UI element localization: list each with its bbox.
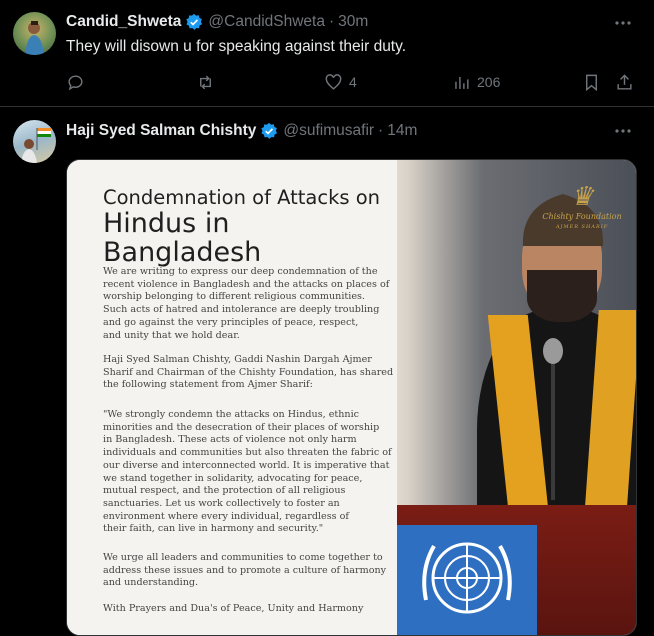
views-chart-icon bbox=[455, 76, 469, 89]
share-icon bbox=[617, 73, 632, 90]
avatar-image bbox=[21, 128, 51, 163]
document-title: Condemnation of Attacks on Hindus in Ban… bbox=[103, 186, 393, 268]
display-name[interactable]: Haji Syed Salman Chishty bbox=[66, 122, 256, 140]
timestamp[interactable]: 14m bbox=[387, 122, 417, 140]
statement-document: Condemnation of Attacks on Hindus in Ban… bbox=[67, 160, 397, 635]
user-handle[interactable]: @sufimusafir bbox=[283, 122, 374, 140]
paragraph-2: Haji Syed Salman Chishty, Gaddi Nashin D… bbox=[103, 354, 394, 391]
retweet-button[interactable] bbox=[196, 68, 221, 96]
speaker-beard bbox=[527, 270, 597, 322]
paragraph-4: We urge all leaders and communities to c… bbox=[103, 552, 387, 589]
tweet-2[interactable]: Haji Syed Salman Chishty @sufimusafir · … bbox=[0, 107, 654, 636]
reply-icon bbox=[68, 74, 83, 90]
tweet-text: They will disown u for speaking against … bbox=[66, 38, 407, 55]
tweet-header: Haji Syed Salman Chishty @sufimusafir · … bbox=[66, 120, 417, 142]
paragraph-5: With Prayers and Dua's of Peace, Unity a… bbox=[103, 603, 364, 614]
more-options-icon[interactable] bbox=[612, 120, 634, 142]
verified-badge-icon bbox=[261, 122, 278, 139]
separator-dot: · bbox=[328, 13, 335, 30]
microphone-icon bbox=[543, 338, 563, 364]
action-bar: 4 206 bbox=[66, 68, 634, 96]
paragraph-1: We are writing to express our deep conde… bbox=[103, 266, 390, 341]
verified-badge-icon bbox=[186, 13, 203, 30]
un-globe-icon bbox=[422, 542, 512, 614]
avatar-image bbox=[25, 21, 44, 55]
bookmark-icon bbox=[586, 74, 597, 91]
retweet-icon bbox=[200, 75, 211, 89]
paragraph-3: "We strongly condemn the attacks on Hind… bbox=[103, 409, 392, 535]
more-options-icon[interactable] bbox=[612, 12, 634, 34]
tweet-1[interactable]: Candid_Shweta @CandidShweta · 30m They w… bbox=[0, 0, 654, 107]
timestamp[interactable]: 30m bbox=[338, 13, 368, 31]
microphone-stand bbox=[551, 360, 555, 500]
avatar[interactable] bbox=[13, 12, 56, 55]
share-button[interactable] bbox=[615, 68, 634, 96]
separator-dot: · bbox=[378, 122, 384, 139]
like-button[interactable]: 4 bbox=[324, 68, 357, 96]
brand-name: Chishty Foundation bbox=[542, 212, 622, 221]
tweet-media-image[interactable]: ♛ Chishty Foundation AJMER SHARIF Condem… bbox=[66, 159, 637, 636]
tweet-header: Candid_Shweta @CandidShweta · 30m bbox=[66, 11, 368, 33]
like-count: 4 bbox=[349, 74, 357, 90]
un-emblem bbox=[397, 525, 537, 635]
brand-subtitle: AJMER SHARIF bbox=[555, 224, 609, 230]
views-count: 206 bbox=[477, 74, 501, 90]
views-button[interactable]: 206 bbox=[452, 68, 500, 96]
title-line-1: Condemnation of Attacks on bbox=[103, 186, 381, 209]
chishty-foundation-logo: ♛ Chishty Foundation AJMER SHARIF bbox=[537, 182, 627, 242]
display-name[interactable]: Candid_Shweta bbox=[66, 13, 181, 31]
crown-icon: ♛ bbox=[570, 182, 594, 212]
title-line-2: Hindus in Bangladesh bbox=[103, 208, 262, 268]
user-handle[interactable]: @CandidShweta bbox=[208, 13, 325, 31]
reply-button[interactable] bbox=[66, 68, 91, 96]
avatar[interactable] bbox=[13, 120, 56, 163]
bookmark-button[interactable] bbox=[582, 68, 601, 96]
heart-icon bbox=[325, 73, 342, 90]
